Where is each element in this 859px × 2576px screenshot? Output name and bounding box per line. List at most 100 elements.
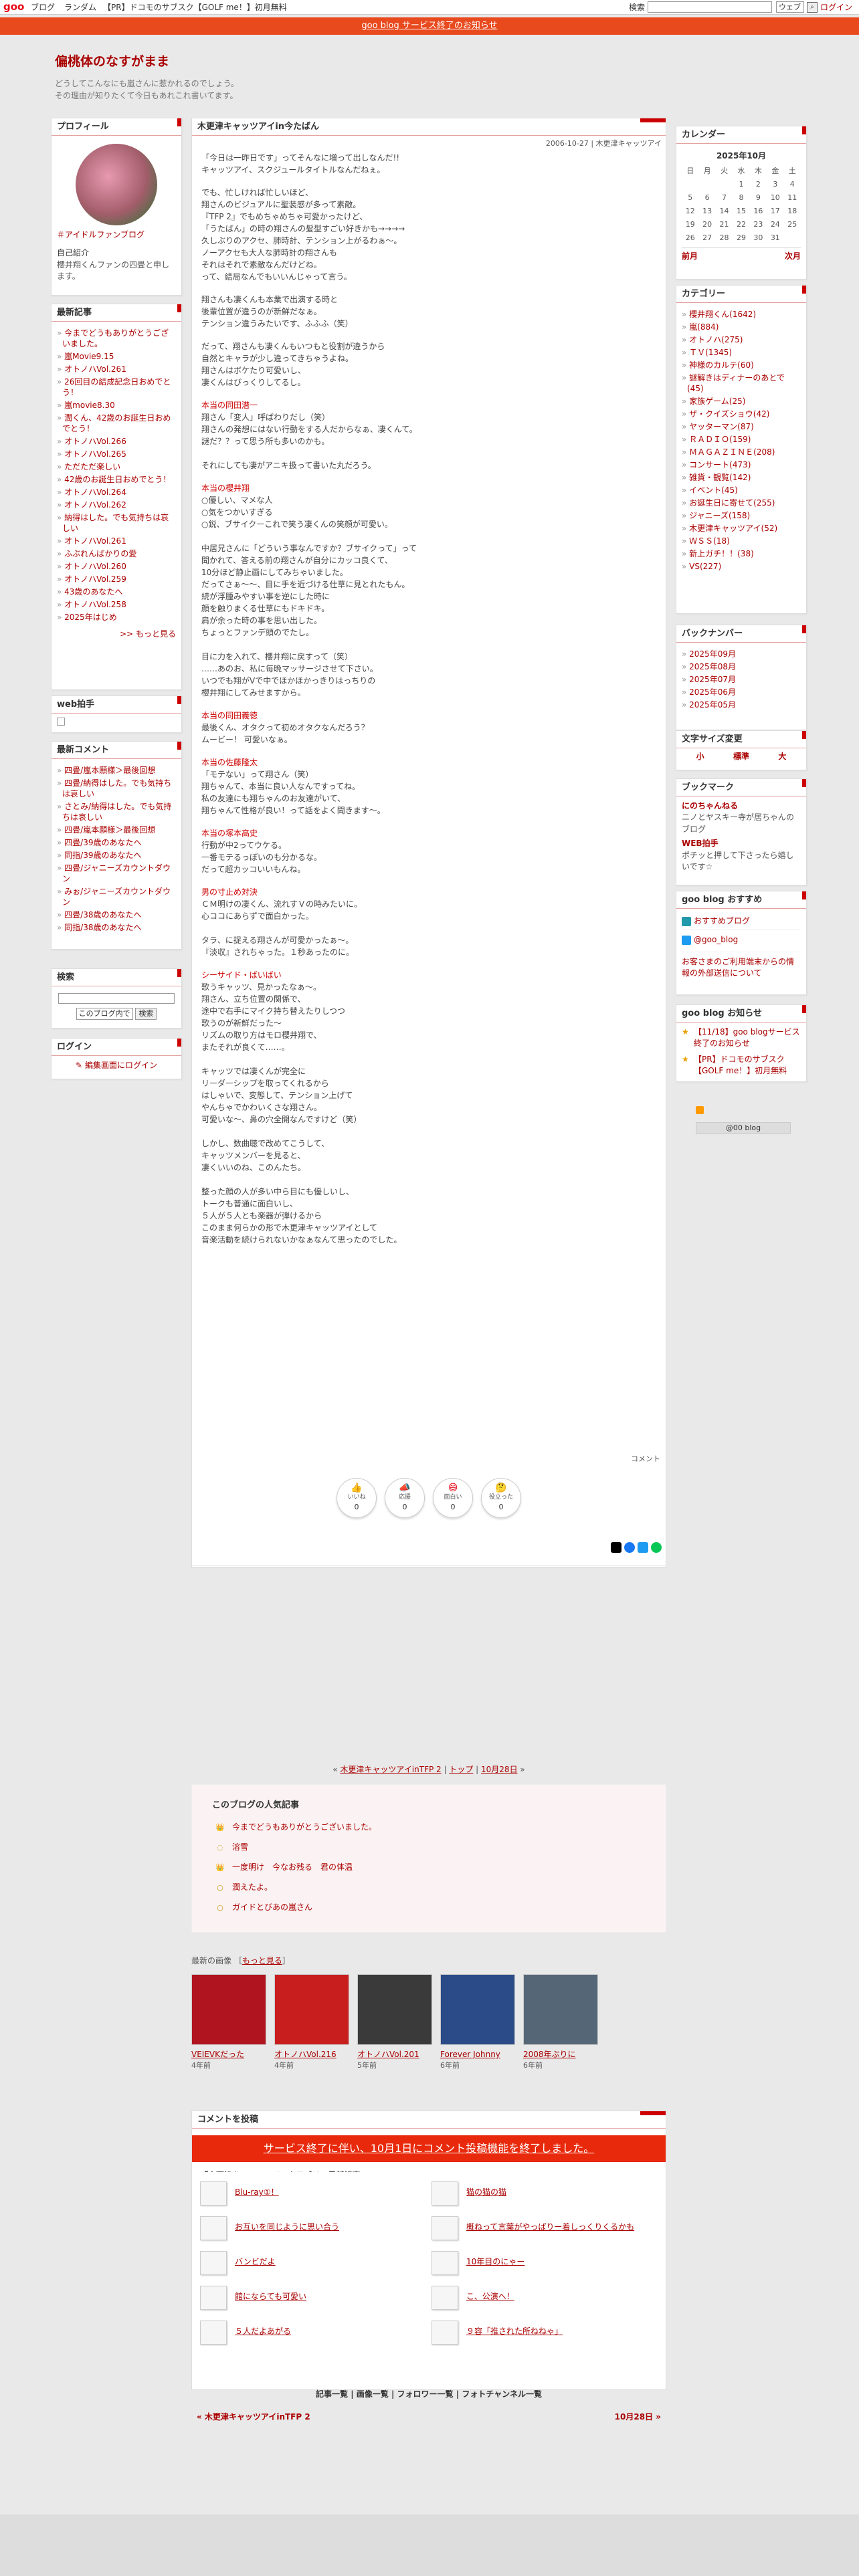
bookmark-2-name[interactable]: WEB拍手 (682, 838, 801, 849)
category-latest-link[interactable]: 館にならても可愛い (235, 2291, 306, 2302)
calendar-day[interactable]: 31 (767, 231, 783, 245)
calendar-day[interactable]: 26 (682, 231, 698, 245)
recent-post-link[interactable]: 今までどうもありがとうございました。 (62, 328, 169, 348)
post-title[interactable]: 木更津キャッツアイin今たばん (192, 118, 666, 136)
recent-post-item[interactable]: オトノハVol.261 (57, 364, 176, 374)
recent-post-link[interactable]: オトノハVol.258 (64, 600, 126, 609)
recent-post-link[interactable]: オトノハVol.265 (64, 449, 126, 459)
popular-post-item[interactable]: ◌ 溶雪 (192, 1842, 666, 1852)
category-item[interactable]: 神様のカルテ(60) (682, 360, 801, 370)
latest-image-thumbnail[interactable] (357, 1974, 432, 2045)
calendar-day[interactable]: 30 (750, 231, 767, 245)
category-link[interactable]: イベント(45) (689, 486, 738, 495)
calendar-day[interactable]: 2 (750, 178, 767, 191)
webclap-image-icon[interactable] (57, 718, 65, 726)
comment-item[interactable]: 四畳/納得はした。でも気持ちは哀しい (57, 778, 176, 799)
category-item[interactable]: VS(227) (682, 561, 801, 572)
comment-link[interactable]: コメント (192, 1451, 666, 1465)
calendar-day[interactable]: 4 (784, 178, 801, 191)
category-link[interactable]: 謎解きはディナーのあとで(45) (687, 373, 785, 393)
calendar-day[interactable]: 10 (767, 191, 783, 205)
recent-post-item[interactable]: オトノハVol.264 (57, 487, 176, 498)
comment-link[interactable]: みぉ/ジャニーズカウントダウン (62, 887, 171, 907)
category-link[interactable]: ザ・クイズショウ(42) (689, 409, 769, 419)
popular-post-item[interactable]: ○ 潤えたよ。 (192, 1882, 666, 1893)
calendar-day[interactable]: 6 (698, 191, 715, 205)
latest-image-caption[interactable]: 2008年ぶりに (523, 2049, 598, 2060)
footer-link-articles[interactable]: 記事一覧 (316, 2389, 348, 2399)
latest-image-thumbnail[interactable] (191, 1974, 266, 2045)
category-item[interactable]: 謎解きはディナーのあとで(45) (682, 372, 801, 394)
prev-post-link[interactable]: 木更津キャッツアイinTFP 2 (340, 1765, 441, 1774)
category-link[interactable]: ヤッターマン(87) (689, 422, 754, 431)
category-link[interactable]: ＭＡＧＡＺＩＮＥ(208) (689, 447, 775, 457)
recent-post-link[interactable]: 42歳のお誕生日おめでとう！ (64, 475, 171, 484)
blog-search-button[interactable]: 検索 (135, 1007, 157, 1020)
comment-link[interactable]: 四畳/嵐本願様＞最後回想 (64, 766, 155, 775)
backnumber-link[interactable]: 2025年05月 (689, 700, 736, 710)
category-item[interactable]: オトノハ(275) (682, 334, 801, 345)
recent-post-item[interactable]: オトノハVol.261 (57, 536, 176, 546)
popular-post-item[interactable]: ○ ガイドとびあの嵐さん (192, 1902, 666, 1913)
category-latest-item[interactable]: 猫の猫の猫 (432, 2179, 646, 2206)
recent-post-item[interactable]: 嵐movie8.30 (57, 400, 176, 411)
category-link[interactable]: ＲＡＤＩＯ(159) (689, 435, 751, 444)
category-item[interactable]: イベント(45) (682, 485, 801, 496)
category-item[interactable]: 家族ゲーム(25) (682, 396, 801, 407)
calendar-day[interactable]: 22 (733, 218, 749, 231)
edit-login-link[interactable]: 編集画面にログイン (85, 1061, 157, 1070)
category-latest-item[interactable]: お互いを同じように思い合う (200, 2214, 414, 2240)
recent-post-link[interactable]: オトノハVol.261 (64, 364, 126, 374)
reaction-funny-button[interactable]: 😄 面白い 0 (433, 1478, 473, 1518)
reaction-helpful-button[interactable]: 🤔 役立った 0 (481, 1478, 521, 1518)
category-item[interactable]: ＴＶ(1345) (682, 347, 801, 358)
goo-notice-2[interactable]: 【PR】ドコモのサブスク【GOLF me！】初月無料 (694, 1055, 787, 1075)
font-large-button[interactable]: 大 (778, 751, 786, 762)
reaction-like-button[interactable]: 👍 いいね 0 (337, 1478, 377, 1518)
footer-link-images[interactable]: 画像一覧 (357, 2389, 389, 2399)
latest-image-caption[interactable]: Forever Johnny (440, 2049, 515, 2060)
recent-more-link[interactable]: >> もっと見る (52, 629, 181, 640)
category-link[interactable]: オトノハ(275) (689, 335, 743, 344)
latest-images-more[interactable]: もっと見る (242, 1956, 282, 1965)
profile-name[interactable]: ＃アイドルファンブログ (57, 229, 176, 241)
comment-link[interactable]: さとみ/納得はした。でも気持ちは哀しい (62, 802, 171, 822)
comment-link[interactable]: 四畳/嵐本願様＞最後回想 (64, 825, 155, 835)
blog-search-input[interactable] (58, 993, 175, 1004)
recent-post-item[interactable]: 嵐Movie9.15 (57, 351, 176, 362)
category-latest-link[interactable]: こ、公演へ！ (466, 2291, 514, 2302)
popular-post-link[interactable]: 潤えたよ。 (232, 1883, 272, 1892)
recent-post-link[interactable]: 嵐movie8.30 (64, 401, 115, 410)
category-latest-link[interactable]: 10年目のにゃー (466, 2256, 524, 2268)
backnumber-link[interactable]: 2025年07月 (689, 675, 736, 684)
footer-link-photochannel[interactable]: フォトチャンネル一覧 (462, 2389, 542, 2399)
category-latest-item[interactable]: 10年目のにゃー (432, 2248, 646, 2275)
goo-blog-badge[interactable]: @00 blog (696, 1122, 791, 1134)
backnumber-link[interactable]: 2025年08月 (689, 662, 736, 671)
latest-image-item[interactable]: オトノハVol.216 4年前 (274, 1974, 349, 2071)
calendar-prev-month[interactable]: 前月 (682, 251, 698, 261)
login-link[interactable]: ログイン (820, 3, 852, 12)
category-link[interactable]: ＴＶ(1345) (689, 348, 732, 357)
popular-post-link[interactable]: 一度明け 今なお残る 君の体温 (232, 1862, 353, 1872)
recent-post-link[interactable]: 2025年はじめ (64, 613, 117, 622)
recent-post-link[interactable]: 嵐Movie9.15 (64, 352, 114, 361)
category-item[interactable]: 櫻井翔くん(1642) (682, 309, 801, 320)
category-item[interactable]: ヤッターマン(87) (682, 421, 801, 432)
top-link[interactable]: トップ (449, 1765, 473, 1774)
recent-post-link[interactable]: 潤くん、42歳のお誕生日おめでとう！ (62, 413, 171, 433)
category-item[interactable]: 雑貨・観覧(142) (682, 472, 801, 483)
category-item[interactable]: 木更津キャッツアイ(52) (682, 523, 801, 534)
backnumber-link[interactable]: 2025年06月 (689, 687, 736, 697)
category-latest-item[interactable]: 館にならても可愛い (200, 2283, 414, 2310)
category-item[interactable]: ＭＡＧＡＺＩＮＥ(208) (682, 447, 801, 457)
service-end-link[interactable]: goo blog サービス終了のお知らせ (361, 21, 497, 31)
category-item[interactable]: 嵐(884) (682, 322, 801, 332)
comment-link[interactable]: 四畳/38歳のあなたへ (64, 910, 141, 920)
recent-post-link[interactable]: 43歳のあなたへ (64, 587, 122, 597)
comment-item[interactable]: みぉ/ジャニーズカウントダウン (57, 886, 176, 907)
category-latest-link[interactable]: バンビだよ (235, 2256, 276, 2268)
reaction-cheer-button[interactable]: 📣 応援 0 (385, 1478, 425, 1518)
calendar-day[interactable]: 5 (682, 191, 698, 205)
recent-post-link[interactable]: オトノハVol.266 (64, 437, 126, 446)
